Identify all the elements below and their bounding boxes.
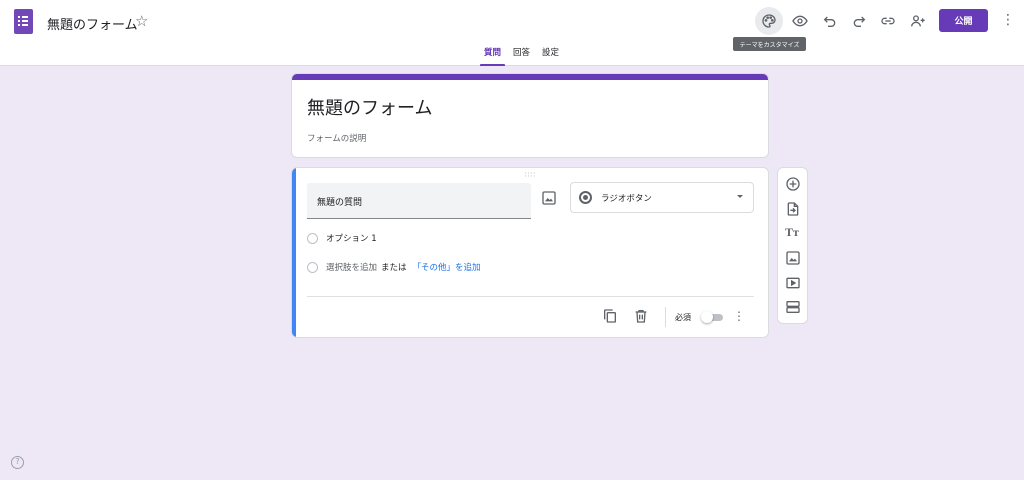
duplicate-icon[interactable]: [602, 308, 618, 324]
more-vert-icon[interactable]: ⋮: [1000, 9, 1016, 33]
add-option-row: 選択肢を追加 または 「その他」を追加: [307, 259, 481, 275]
person-add-icon[interactable]: [906, 9, 930, 33]
title-card-accent-bar: [292, 74, 768, 80]
option-text[interactable]: オプション 1: [326, 232, 377, 244]
add-other-link[interactable]: 「その他」を追加: [413, 261, 481, 273]
publish-button[interactable]: 公開: [939, 9, 988, 32]
add-question-icon[interactable]: [785, 176, 801, 192]
option-row: オプション 1: [307, 230, 377, 246]
footer-divider: [307, 296, 754, 297]
radio-circle-icon: [307, 232, 318, 244]
tab-settings[interactable]: 設定: [538, 46, 563, 66]
forms-app-icon[interactable]: [14, 9, 33, 34]
preview-eye-icon[interactable]: [788, 9, 812, 33]
tab-bar: 質問 回答 設定: [480, 46, 567, 66]
add-image-icon[interactable]: [541, 190, 557, 206]
star-icon[interactable]: ☆: [135, 12, 148, 30]
question-title-text: 無題の質問: [317, 198, 363, 208]
undo-icon[interactable]: [818, 9, 842, 33]
drag-handle-icon[interactable]: ∷∷: [525, 171, 536, 179]
add-image-icon[interactable]: [785, 250, 801, 266]
palette-icon[interactable]: [755, 7, 783, 35]
question-title-input[interactable]: 無題の質問: [307, 183, 531, 219]
form-name[interactable]: 無題のフォーム: [47, 14, 138, 33]
question-type-label: ラジオボタン: [601, 194, 652, 204]
form-description-input[interactable]: フォームの説明: [307, 132, 366, 144]
redo-icon[interactable]: [847, 9, 871, 33]
required-toggle[interactable]: [701, 311, 723, 323]
question-type-dropdown[interactable]: ラジオボタン: [570, 182, 754, 213]
question-card[interactable]: ∷∷ 無題の質問 ラジオボタン オプション 1 選択肢を追加 または 「その他」…: [291, 167, 769, 338]
add-title-icon[interactable]: Tт: [785, 225, 801, 241]
add-option-link[interactable]: 選択肢を追加: [326, 261, 377, 273]
palette-tooltip: テーマをカスタマイズ: [733, 37, 806, 51]
add-video-icon[interactable]: [785, 275, 801, 291]
tab-responses[interactable]: 回答: [509, 46, 534, 66]
required-label: 必須: [675, 313, 691, 322]
active-card-indicator: [292, 168, 296, 337]
form-title-card: 無題のフォーム フォームの説明: [291, 73, 769, 158]
floating-toolbar: Tт: [777, 167, 808, 324]
app-header: 無題のフォーム ☆ 公開 ⋮ 質問 回答 設定: [0, 0, 1024, 66]
form-title-input[interactable]: 無題のフォーム: [307, 94, 432, 120]
dropdown-arrow-icon: [737, 195, 743, 198]
footer-vertical-divider: [665, 307, 666, 327]
import-questions-icon[interactable]: [785, 201, 801, 217]
delete-icon[interactable]: [633, 308, 649, 324]
question-more-icon[interactable]: ⋮: [733, 308, 745, 324]
radio-button-icon: [579, 191, 592, 204]
link-icon[interactable]: [876, 9, 900, 33]
radio-circle-icon: [307, 261, 318, 273]
or-text: または: [381, 263, 407, 273]
add-section-icon[interactable]: [785, 299, 801, 315]
help-icon[interactable]: ?: [11, 456, 24, 469]
tab-questions[interactable]: 質問: [480, 46, 506, 66]
